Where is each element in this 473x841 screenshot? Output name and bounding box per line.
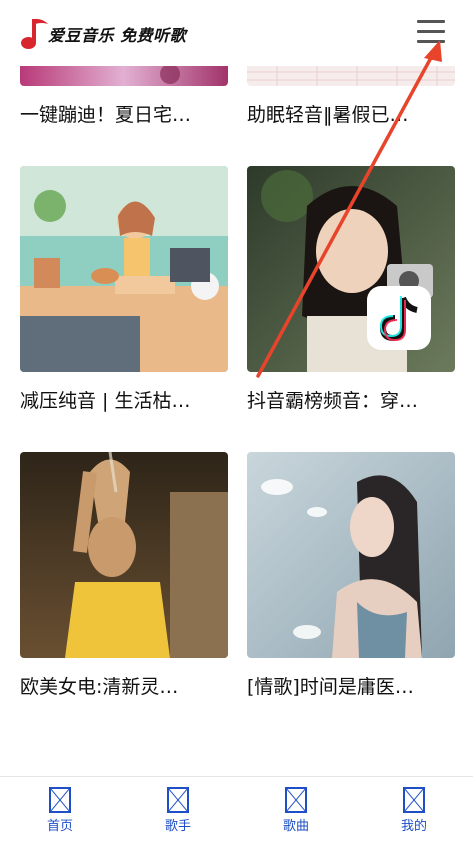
playlist-cover-image[interactable] [247, 166, 455, 372]
playlist-title[interactable]: 减压纯音 | 生活枯… [20, 386, 228, 413]
playlist-title[interactable]: [情歌]时间是庸医… [247, 672, 455, 699]
bottom-navigation: 首页 歌手 歌曲 我的 [0, 776, 473, 841]
broken-image-icon [285, 787, 307, 813]
playlist-cover-image[interactable] [20, 452, 228, 658]
playlist-title[interactable]: 一键蹦迪！夏日宅… [20, 100, 228, 127]
nav-mine[interactable]: 我的 [384, 787, 444, 837]
nav-label: 首页 [46, 819, 73, 834]
nav-label: 歌曲 [282, 819, 309, 834]
playlist-cover-image[interactable] [247, 452, 455, 658]
app-header: 爱豆音乐 免费听歌 [0, 0, 473, 66]
nav-label: 歌手 [164, 819, 191, 834]
app-title: 爱豆音乐 免费听歌 [48, 26, 187, 45]
playlist-title[interactable]: 欧美女电:清新灵… [20, 672, 228, 699]
broken-image-icon [49, 787, 71, 813]
broken-image-icon [167, 787, 189, 813]
nav-singers[interactable]: 歌手 [148, 787, 208, 837]
music-note-logo-icon [21, 18, 48, 49]
broken-image-icon [403, 787, 425, 813]
playlist-thumb-1[interactable] [20, 66, 228, 86]
playlist-thumb-2[interactable] [247, 66, 455, 86]
playlist-cover-image[interactable] [20, 166, 228, 372]
playlist-title[interactable]: 助眠轻音‖暑假已… [247, 100, 455, 127]
playlist-title[interactable]: 抖音霸榜频音：穿… [247, 386, 455, 413]
nav-label: 我的 [400, 819, 427, 834]
hamburger-menu-button[interactable] [417, 20, 445, 44]
nav-songs[interactable]: 歌曲 [266, 787, 326, 837]
nav-home[interactable]: 首页 [30, 787, 90, 837]
